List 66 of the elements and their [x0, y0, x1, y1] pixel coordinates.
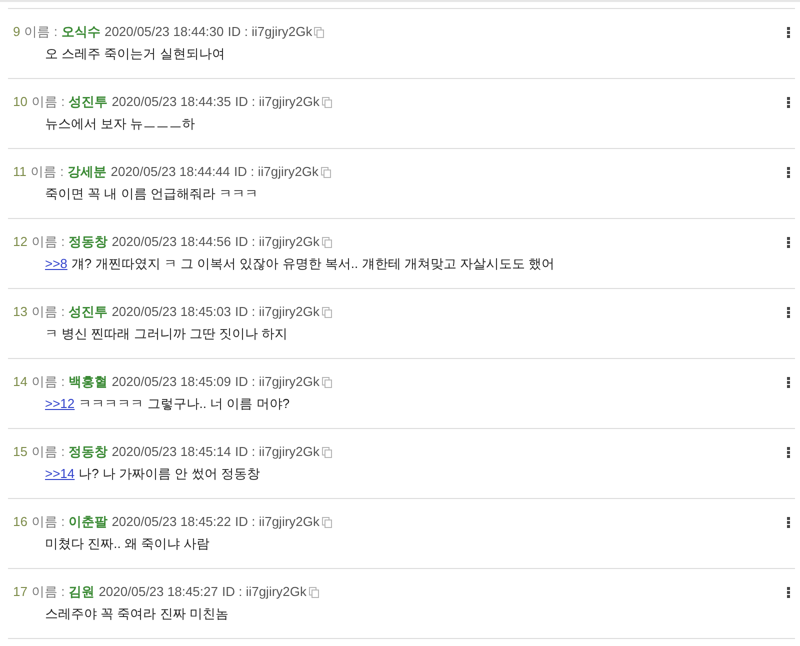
author-name: 이춘팔 [68, 513, 108, 532]
reply-link[interactable]: >>12 [45, 394, 75, 414]
author-name: 오식수 [61, 23, 100, 42]
post-timestamp: 2020/05/23 18:45:27 [98, 583, 218, 602]
post-timestamp: 2020/05/23 18:44:56 [112, 233, 231, 252]
post-number: 16 [13, 513, 28, 532]
author-name: 정동창 [68, 233, 108, 252]
poster-id: ID : ii7gjiry2Gk [234, 163, 319, 182]
poster-id: ID : ii7gjiry2Gk [228, 23, 312, 42]
post-text: 스레주야 꼭 죽여라 진짜 미친놈 [45, 605, 228, 624]
post-timestamp: 2020/05/23 18:45:09 [112, 373, 231, 392]
name-label: 이름 : [31, 583, 65, 602]
name-label: 이름 : [31, 373, 65, 392]
name-label: 이름 : [31, 233, 65, 252]
name-label: 이름 : [31, 93, 65, 112]
post-timestamp: 2020/05/23 18:45:14 [112, 443, 231, 462]
post-number: 14 [13, 373, 28, 392]
author-name: 성진투 [68, 303, 108, 322]
post-number: 11 [13, 163, 26, 182]
post-timestamp: 2020/05/23 18:44:30 [104, 23, 224, 42]
more-options-icon[interactable] [787, 446, 790, 458]
post-number: 10 [13, 93, 28, 112]
name-label: 이름 : [30, 163, 64, 182]
author-name: 정동창 [68, 443, 108, 462]
more-options-icon[interactable] [787, 586, 790, 598]
more-options-icon[interactable] [787, 376, 790, 388]
poster-id: ID : ii7gjiry2Gk [234, 513, 320, 532]
name-label: 이름 : [31, 513, 65, 532]
post-number: 15 [13, 443, 28, 462]
more-options-icon[interactable] [787, 236, 790, 248]
more-options-icon[interactable] [787, 306, 790, 318]
author-name: 김원 [68, 583, 95, 602]
author-name: 성진투 [68, 93, 108, 112]
post-timestamp: 2020/05/23 18:45:22 [112, 513, 231, 532]
post-text: 뉴스에서 보자 뉴ㅡㅡㅡ하 [45, 115, 196, 134]
post-timestamp: 2020/05/23 18:44:35 [112, 93, 231, 112]
post-number: 13 [13, 303, 28, 322]
more-options-icon[interactable] [787, 26, 790, 38]
post-number: 12 [13, 233, 28, 252]
poster-id: ID : ii7gjiry2Gk [234, 373, 320, 392]
more-options-icon[interactable] [787, 516, 790, 528]
reply-link[interactable]: >>14 [45, 464, 75, 484]
post-text: ㅋㅋㅋㅋㅋ 그렇구나.. 너 이름 머야? [78, 395, 290, 414]
post-text: 오 스레주 죽이는거 실현되나여 [45, 45, 225, 64]
poster-id: ID : ii7gjiry2Gk [234, 93, 320, 112]
post-timestamp: 2020/05/23 18:44:44 [110, 163, 230, 182]
name-label: 이름 : [31, 303, 65, 322]
name-label: 이름 : [24, 23, 58, 42]
more-options-icon[interactable] [787, 96, 790, 108]
post-text: 미쳤다 진짜.. 왜 죽이냐 사람 [45, 535, 210, 554]
post-number: 9 [13, 23, 20, 42]
post-text: 나? 나 가짜이름 안 썼어 정동창 [78, 465, 260, 484]
poster-id: ID : ii7gjiry2Gk [234, 233, 320, 252]
poster-id: ID : ii7gjiry2Gk [234, 443, 320, 462]
name-label: 이름 : [31, 443, 65, 462]
post-text: ㅋ 병신 찐따래 그러니까 그딴 짓이나 하지 [45, 325, 288, 344]
post-text: 걔? 개찐따였지 ㅋ 그 이복서 있잖아 유명한 복서.. 걔한테 개쳐맞고 자살시도도 했어 [71, 255, 555, 274]
reply-link[interactable]: >>8 [45, 254, 68, 274]
more-options-icon[interactable] [787, 166, 790, 178]
author-name: 백홍혈 [68, 373, 108, 392]
author-name: 강세분 [68, 163, 107, 182]
post-number: 17 [13, 583, 28, 602]
poster-id: ID : ii7gjiry2Gk [222, 583, 307, 602]
poster-id: ID : ii7gjiry2Gk [234, 303, 320, 322]
post-text: 죽이면 꼭 내 이름 언급해줘라 ㅋㅋㅋ [45, 185, 258, 204]
post-timestamp: 2020/05/23 18:45:03 [112, 303, 231, 322]
